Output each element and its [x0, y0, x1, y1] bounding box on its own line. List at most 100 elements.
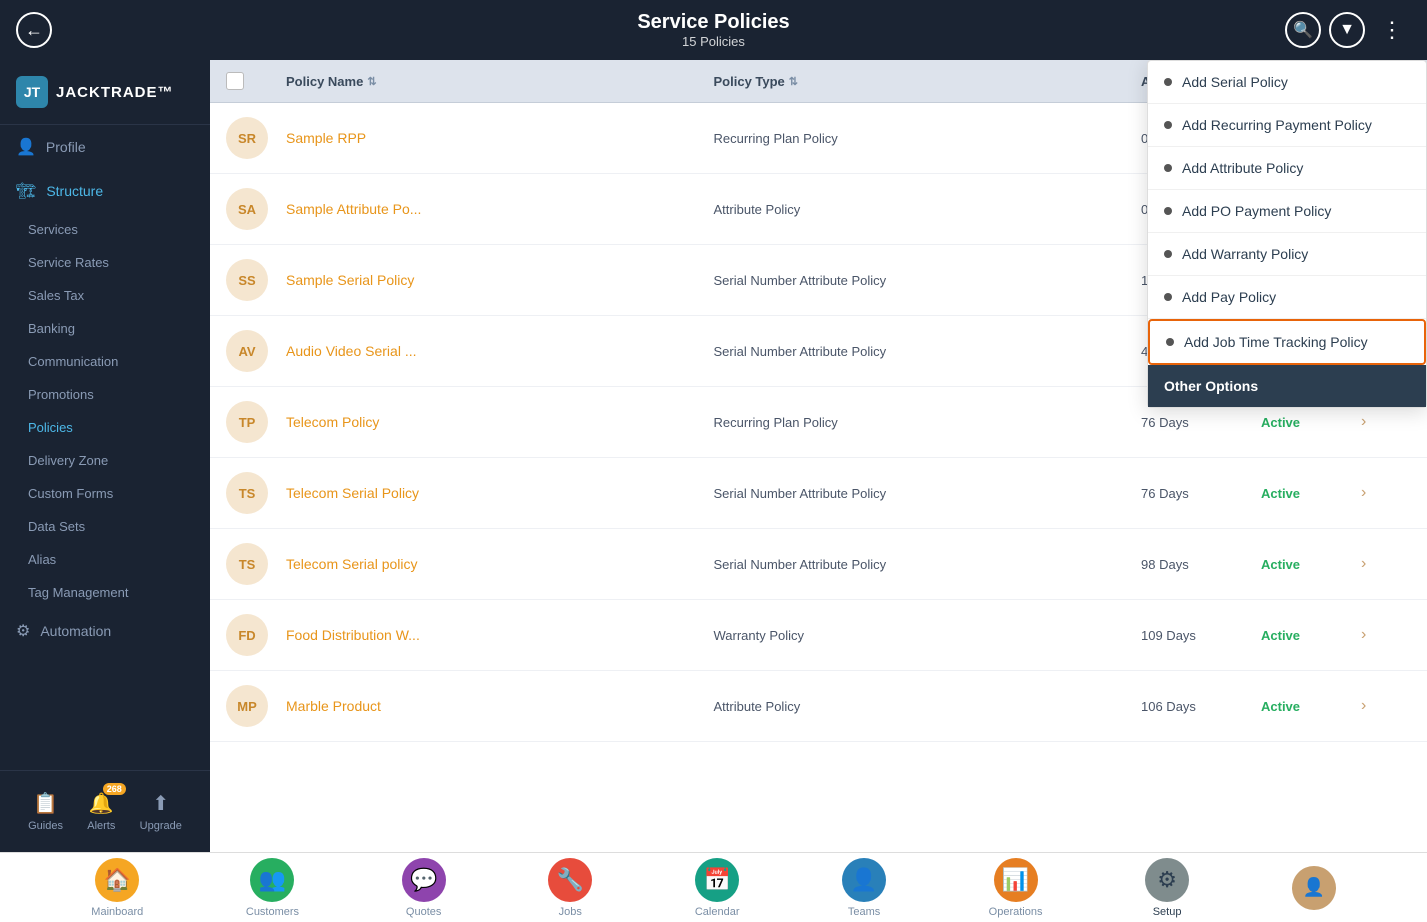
- row-avatar-wrap: SR: [226, 117, 286, 159]
- policy-name-cell[interactable]: Marble Product: [286, 698, 714, 714]
- policy-type-cell: Recurring Plan Policy: [714, 131, 1142, 146]
- avatar: TS: [226, 543, 268, 585]
- sidebar-item-promotions[interactable]: Promotions: [0, 378, 210, 411]
- avatar: SR: [226, 117, 268, 159]
- sidebar-item-alias[interactable]: Alias: [0, 543, 210, 576]
- dropdown-item-add-recurring[interactable]: Add Recurring Payment Policy: [1148, 104, 1426, 147]
- policy-name-cell[interactable]: Audio Video Serial ...: [286, 343, 714, 359]
- table-row: MP Marble Product Attribute Policy 106 D…: [210, 671, 1427, 742]
- tab-jobs[interactable]: 🔧 Jobs: [548, 858, 592, 918]
- row-chevron-button[interactable]: ›: [1361, 697, 1411, 715]
- tab-operations[interactable]: 📊 Operations: [989, 858, 1043, 918]
- sidebar-item-label-profile: Profile: [46, 139, 86, 155]
- tab-teams[interactable]: 👤 Teams: [842, 858, 886, 918]
- bottom-tab-bar: 🏠 Mainboard 👥 Customers 💬 Quotes 🔧 Jobs …: [0, 852, 1427, 922]
- policy-name-cell[interactable]: Telecom Policy: [286, 414, 714, 430]
- policy-name-cell[interactable]: Sample Attribute Po...: [286, 201, 714, 217]
- row-chevron-button[interactable]: ›: [1361, 626, 1411, 644]
- policy-name-cell[interactable]: Telecom Serial Policy: [286, 485, 714, 501]
- dropdown-item-add-warranty[interactable]: Add Warranty Policy: [1148, 233, 1426, 276]
- user-avatar[interactable]: 👤: [1292, 866, 1336, 910]
- dot-icon: [1164, 207, 1172, 215]
- more-options-button[interactable]: ⋮: [1373, 13, 1411, 47]
- sidebar-logo: JT JACKTRADE™: [0, 60, 210, 125]
- policy-type-sort-icon[interactable]: ⇅: [789, 75, 798, 88]
- dot-icon: [1164, 121, 1172, 129]
- operations-icon: 📊: [994, 858, 1038, 902]
- row-chevron-button[interactable]: ›: [1361, 555, 1411, 573]
- search-button[interactable]: 🔍: [1285, 12, 1321, 48]
- content-area: Policy Name ⇅ Policy Type ⇅ Age ⇅ SR: [210, 60, 1427, 852]
- col-policy-type-label: Policy Type: [714, 74, 785, 89]
- bottom-guides[interactable]: 📋 Guides: [28, 791, 63, 832]
- tab-mainboard-label: Mainboard: [91, 906, 143, 918]
- dropdown-item-add-attribute[interactable]: Add Attribute Policy: [1148, 147, 1426, 190]
- bottom-upgrade[interactable]: ⬆ Upgrade: [140, 791, 182, 832]
- logo-icon: JT: [16, 76, 48, 108]
- policy-name-cell[interactable]: Sample RPP: [286, 130, 714, 146]
- sidebar-item-sales-tax[interactable]: Sales Tax: [0, 279, 210, 312]
- row-avatar-wrap: TP: [226, 401, 286, 443]
- sidebar: JT JACKTRADE™ 👤 Profile 🏗 Structure Serv…: [0, 60, 210, 852]
- sidebar-item-service-rates[interactable]: Service Rates: [0, 246, 210, 279]
- dropdown-item-add-job-time[interactable]: Add Job Time Tracking Policy: [1148, 319, 1426, 365]
- sidebar-item-services[interactable]: Services: [0, 213, 210, 246]
- alerts-label: Alerts: [87, 820, 115, 832]
- policy-name-cell[interactable]: Telecom Serial policy: [286, 556, 714, 572]
- tab-operations-label: Operations: [989, 906, 1043, 918]
- sidebar-item-tag-management[interactable]: Tag Management: [0, 576, 210, 609]
- col-policy-name: Policy Name ⇅: [286, 72, 714, 90]
- header-right-actions: 🔍 ▼ ⋮: [1285, 12, 1411, 48]
- avatar: FD: [226, 614, 268, 656]
- back-button[interactable]: ←: [16, 12, 52, 48]
- policy-type-cell: Serial Number Attribute Policy: [714, 486, 1142, 501]
- policy-name-cell[interactable]: Sample Serial Policy: [286, 272, 714, 288]
- policy-type-cell: Serial Number Attribute Policy: [714, 557, 1142, 572]
- age-cell: 109 Days: [1141, 628, 1261, 643]
- filter-button[interactable]: ▼: [1329, 12, 1365, 48]
- sidebar-item-structure[interactable]: 🏗 Structure: [0, 169, 210, 213]
- dropdown-item-label: Add Attribute Policy: [1182, 160, 1303, 176]
- policy-name-cell[interactable]: Food Distribution W...: [286, 627, 714, 643]
- policy-name-sort-icon[interactable]: ⇅: [367, 75, 376, 88]
- avatar: SS: [226, 259, 268, 301]
- customers-icon: 👥: [250, 858, 294, 902]
- row-avatar-wrap: TS: [226, 543, 286, 585]
- sidebar-item-delivery-zone[interactable]: Delivery Zone: [0, 444, 210, 477]
- age-cell: 76 Days: [1141, 486, 1261, 501]
- table-row: TS Telecom Serial Policy Serial Number A…: [210, 458, 1427, 529]
- sidebar-item-policies[interactable]: Policies: [0, 411, 210, 444]
- tab-quotes[interactable]: 💬 Quotes: [402, 858, 446, 918]
- select-all-checkbox[interactable]: [226, 72, 244, 90]
- alerts-badge: 268: [103, 783, 126, 795]
- table-row: TS Telecom Serial policy Serial Number A…: [210, 529, 1427, 600]
- row-chevron-button[interactable]: ›: [1361, 484, 1411, 502]
- sidebar-item-data-sets[interactable]: Data Sets: [0, 510, 210, 543]
- dropdown-item-add-pay[interactable]: Add Pay Policy: [1148, 276, 1426, 319]
- dropdown-item-add-po-payment[interactable]: Add PO Payment Policy: [1148, 190, 1426, 233]
- sidebar-item-custom-forms[interactable]: Custom Forms: [0, 477, 210, 510]
- tab-mainboard[interactable]: 🏠 Mainboard: [91, 858, 143, 918]
- profile-icon: 👤: [16, 137, 36, 157]
- bottom-alerts[interactable]: 🔔 268 Alerts: [87, 791, 115, 832]
- sidebar-item-automation[interactable]: ⚙ Automation: [0, 609, 210, 653]
- tab-customers[interactable]: 👥 Customers: [246, 858, 299, 918]
- row-chevron-button[interactable]: ›: [1361, 413, 1411, 431]
- policy-type-cell: Warranty Policy: [714, 628, 1142, 643]
- sidebar-item-profile[interactable]: 👤 Profile: [0, 125, 210, 169]
- sidebar-item-banking[interactable]: Banking: [0, 312, 210, 345]
- sidebar-item-label-structure: Structure: [46, 183, 103, 199]
- bottom-nav-icons: 📋 Guides 🔔 268 Alerts ⬆ Upgrade: [0, 783, 210, 840]
- row-avatar-wrap: SA: [226, 188, 286, 230]
- tab-calendar[interactable]: 📅 Calendar: [695, 858, 740, 918]
- sidebar-item-communication[interactable]: Communication: [0, 345, 210, 378]
- dot-icon: [1164, 78, 1172, 86]
- col-checkbox: [226, 72, 286, 90]
- dropdown-other-options[interactable]: Other Options: [1148, 365, 1426, 407]
- row-avatar-wrap: MP: [226, 685, 286, 727]
- dropdown-item-add-serial[interactable]: Add Serial Policy: [1148, 61, 1426, 104]
- title-block: Service Policies 15 Policies: [637, 11, 789, 49]
- teams-icon: 👤: [842, 858, 886, 902]
- tab-setup[interactable]: ⚙ Setup: [1145, 858, 1189, 918]
- status-badge: Active: [1261, 415, 1361, 430]
